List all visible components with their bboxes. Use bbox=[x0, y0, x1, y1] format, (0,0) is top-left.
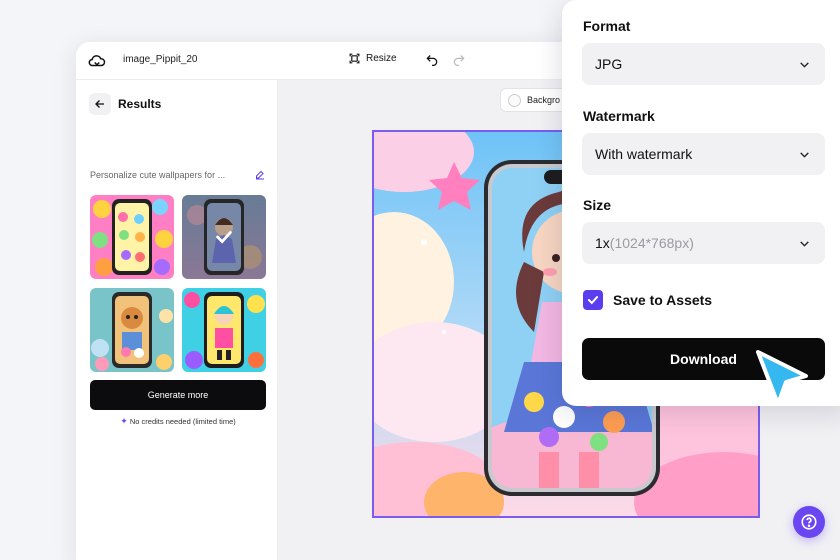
chevron-down-icon bbox=[800, 152, 809, 158]
resize-label: Resize bbox=[366, 53, 397, 64]
resize-button[interactable]: Resize bbox=[348, 52, 397, 65]
watermark-value: With watermark bbox=[595, 146, 693, 162]
generate-more-button[interactable]: Generate more bbox=[90, 380, 266, 410]
format-value: JPG bbox=[595, 56, 623, 72]
result-thumbnail-2[interactable] bbox=[182, 195, 266, 279]
resize-icon bbox=[349, 53, 360, 64]
thumbnail-image bbox=[182, 288, 266, 372]
watermark-label: Watermark bbox=[583, 108, 655, 124]
save-to-assets-row[interactable]: Save to Assets bbox=[583, 290, 712, 310]
chevron-down-icon bbox=[800, 62, 809, 68]
result-thumbnail-4[interactable] bbox=[182, 288, 266, 372]
size-select[interactable]: 1x (1024*768px) bbox=[582, 222, 825, 264]
size-detail: (1024*768px) bbox=[609, 235, 694, 251]
format-label: Format bbox=[583, 18, 631, 34]
size-value: 1x bbox=[595, 235, 610, 251]
prompt-row: Personalize cute wallpapers for ... bbox=[90, 170, 266, 182]
background-swatch-icon bbox=[508, 94, 521, 107]
results-panel: Results Personalize cute wallpapers for … bbox=[76, 80, 278, 560]
cloud-icon[interactable] bbox=[88, 52, 106, 70]
save-to-assets-checkbox[interactable] bbox=[583, 290, 603, 310]
arrow-left-icon bbox=[95, 100, 104, 108]
chevron-down-icon bbox=[800, 241, 809, 247]
thumbnail-image bbox=[90, 195, 174, 279]
watermark-select[interactable]: With watermark bbox=[582, 133, 825, 175]
sparkle-icon: ✦ bbox=[120, 416, 128, 426]
thumbnail-image bbox=[90, 288, 174, 372]
background-button[interactable]: Backgro bbox=[500, 88, 572, 112]
undo-icon[interactable] bbox=[425, 52, 439, 66]
check-icon bbox=[216, 231, 232, 244]
file-name[interactable]: image_Pippit_20 bbox=[123, 54, 198, 65]
help-button[interactable] bbox=[793, 506, 825, 538]
credits-note: ✦ No credits needed (limited time) bbox=[90, 416, 266, 427]
size-label: Size bbox=[583, 197, 612, 213]
result-thumbnail-1[interactable] bbox=[90, 195, 174, 279]
back-button[interactable] bbox=[89, 93, 111, 115]
check-icon bbox=[587, 296, 599, 305]
cursor-pointer-icon bbox=[756, 350, 808, 406]
edit-pencil-icon[interactable] bbox=[254, 169, 266, 181]
background-label: Backgro bbox=[527, 95, 561, 105]
results-title: Results bbox=[118, 97, 162, 111]
credits-note-text: No credits needed (limited time) bbox=[129, 417, 236, 426]
prompt-text: Personalize cute wallpapers for ... bbox=[90, 170, 226, 180]
result-thumbnail-3[interactable] bbox=[90, 288, 174, 372]
redo-icon[interactable] bbox=[452, 52, 466, 66]
save-to-assets-label: Save to Assets bbox=[613, 292, 713, 308]
format-select[interactable]: JPG bbox=[582, 43, 825, 85]
help-icon bbox=[801, 514, 817, 530]
